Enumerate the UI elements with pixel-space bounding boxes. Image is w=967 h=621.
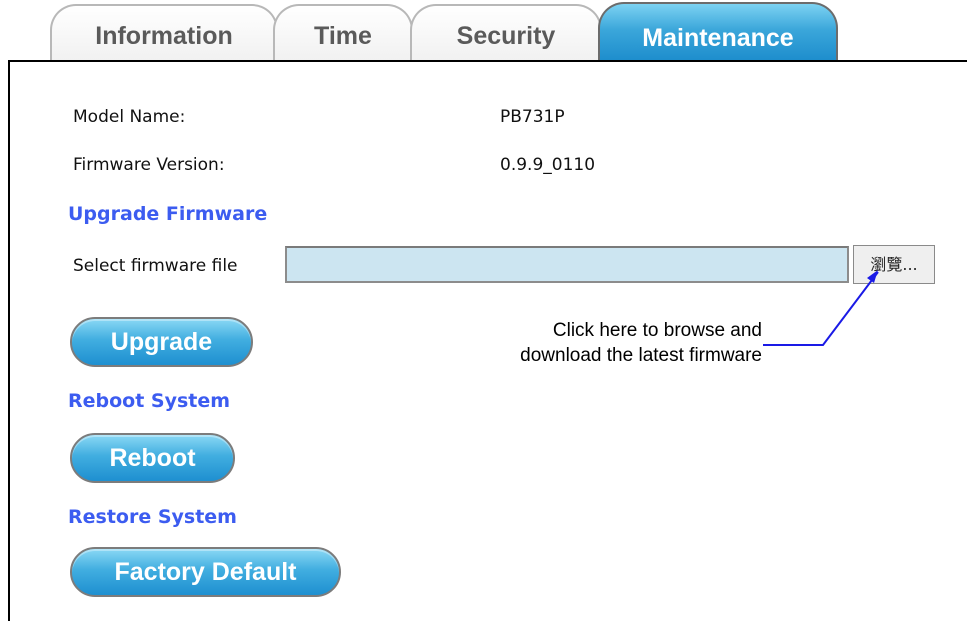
tab-time[interactable]: Time xyxy=(273,4,413,60)
firmware-version-label: Firmware Version: xyxy=(73,155,225,175)
select-firmware-label: Select firmware file xyxy=(73,256,238,276)
tab-maintenance[interactable]: Maintenance xyxy=(598,2,838,62)
upgrade-firmware-heading: Upgrade Firmware xyxy=(68,203,268,225)
reboot-system-heading: Reboot System xyxy=(68,390,231,412)
browse-annotation-line1: Click here to browse and xyxy=(552,320,762,341)
tab-information[interactable]: Information xyxy=(50,4,278,60)
firmware-version-value: 0.9.9_0110 xyxy=(500,155,596,175)
reboot-button[interactable]: Reboot xyxy=(70,433,235,483)
restore-system-heading: Restore System xyxy=(68,506,237,528)
upgrade-button[interactable]: Upgrade xyxy=(70,317,253,367)
factory-default-button[interactable]: Factory Default xyxy=(70,547,341,597)
browse-button[interactable]: 瀏覽... xyxy=(853,245,935,284)
browse-annotation-line2: download the latest firmware xyxy=(520,345,762,366)
model-name-label: Model Name: xyxy=(73,107,186,127)
tab-security[interactable]: Security xyxy=(410,4,602,60)
firmware-file-input[interactable] xyxy=(285,246,849,283)
model-name-value: PB731P xyxy=(500,107,565,127)
